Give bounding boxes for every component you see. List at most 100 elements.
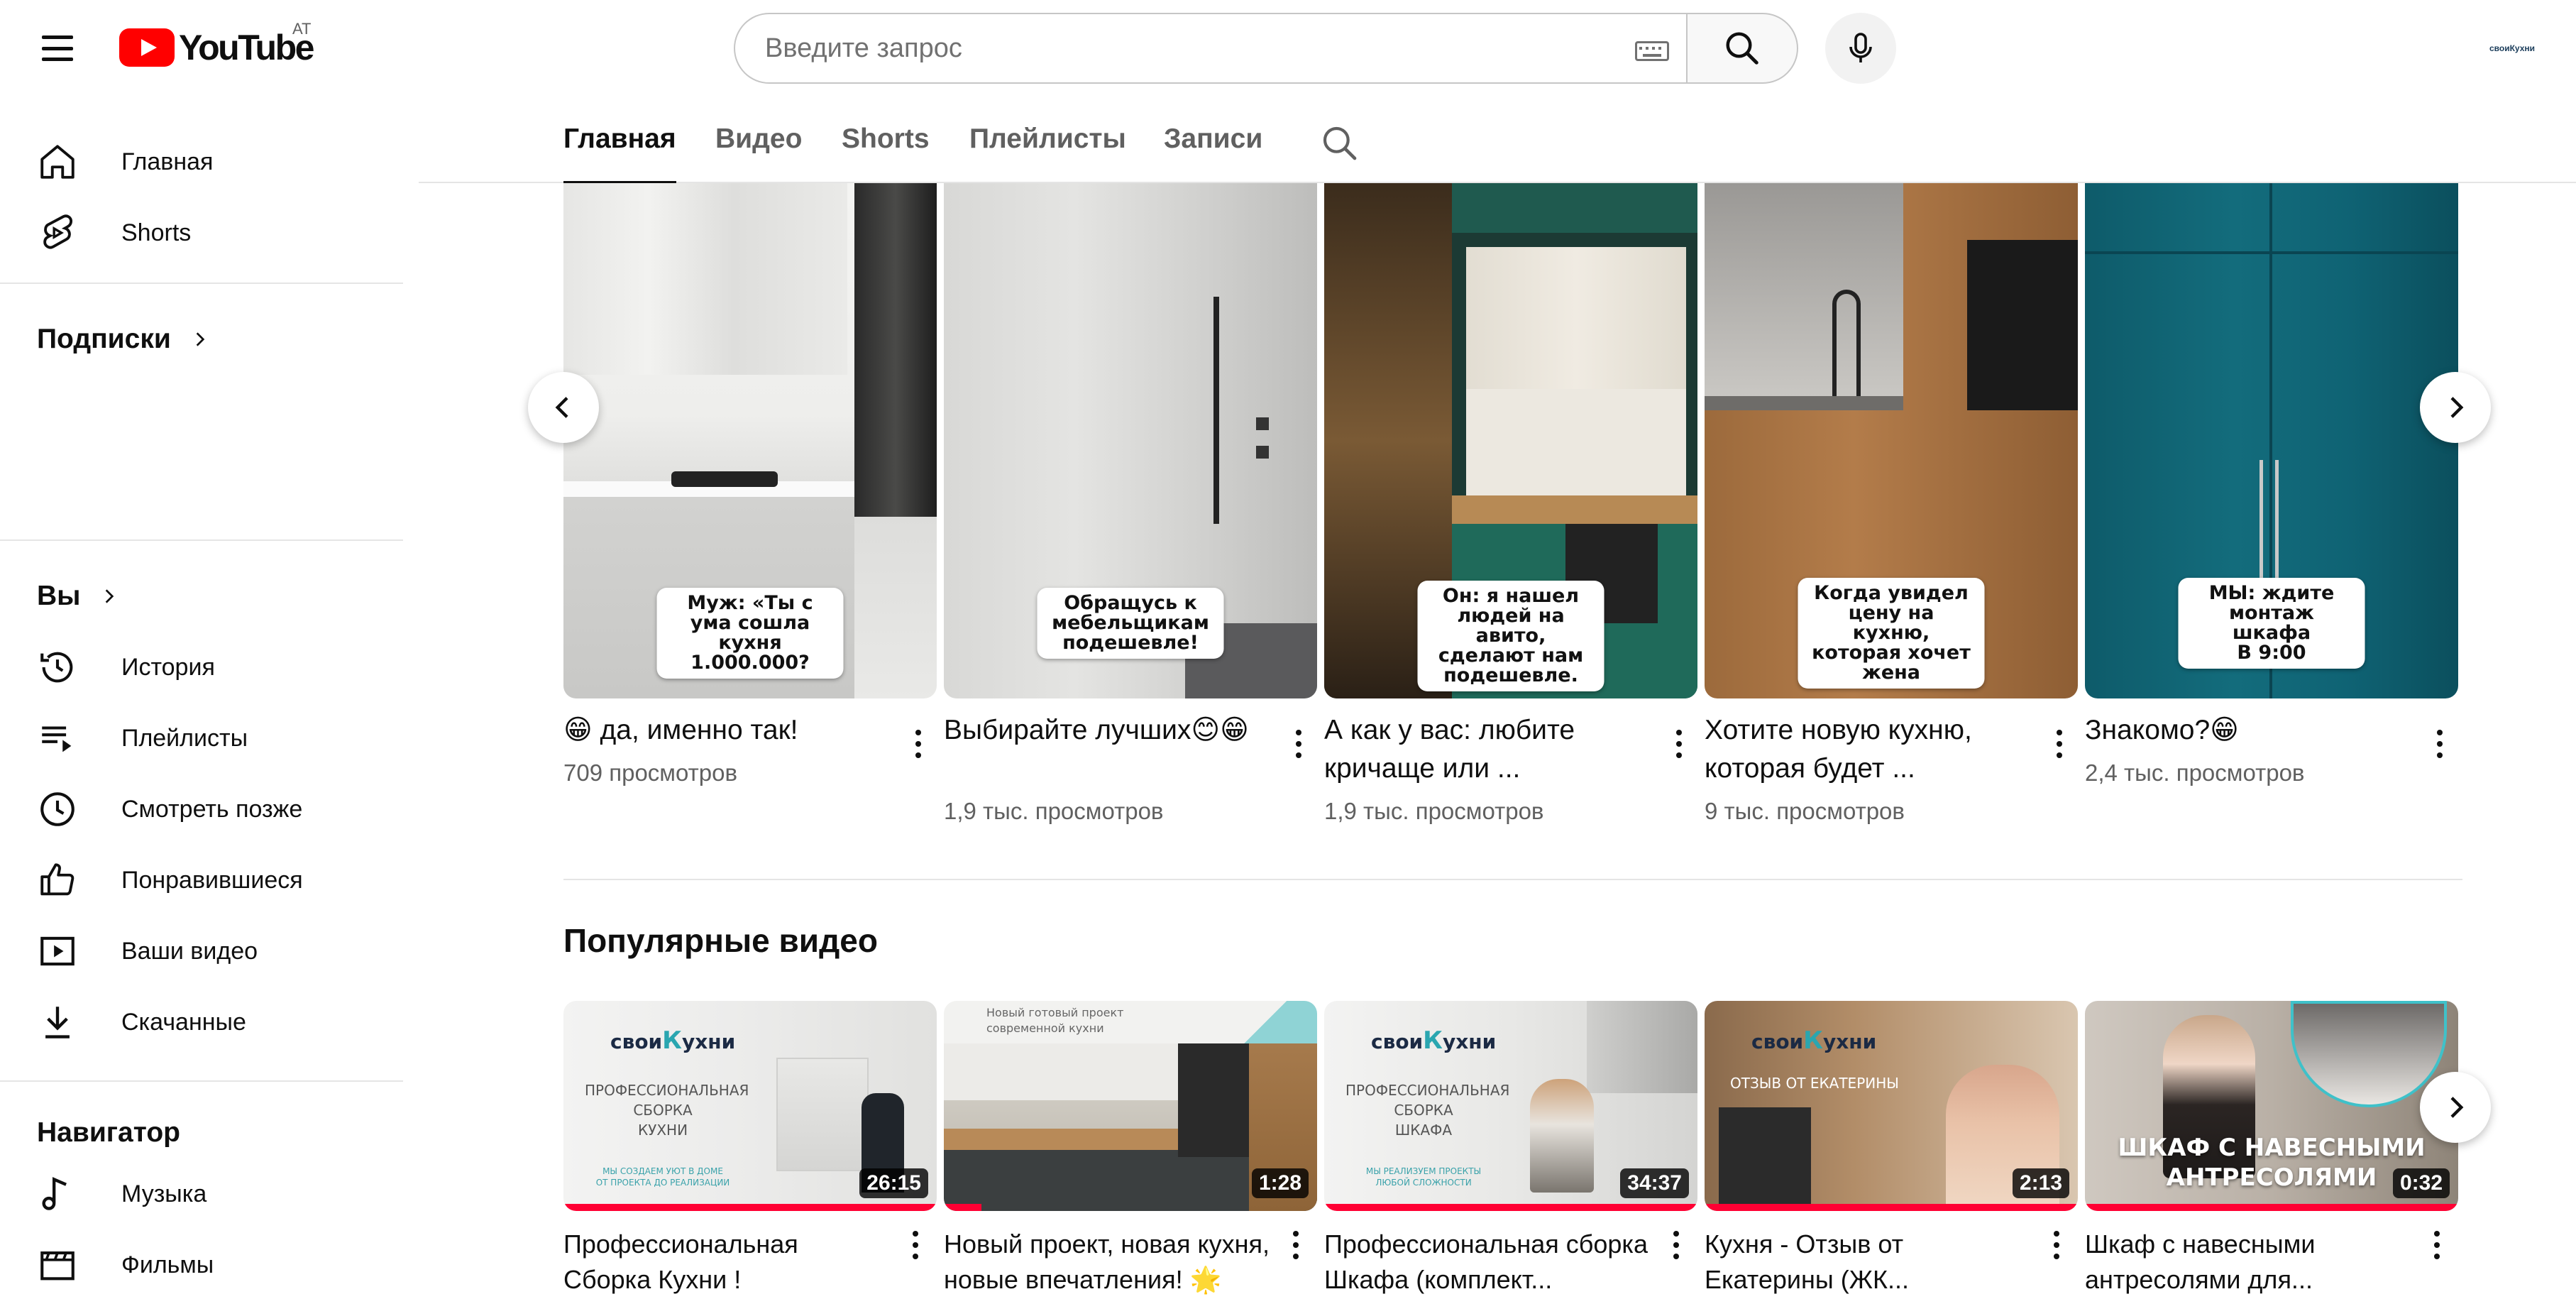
keyboard-icon[interactable]: [1635, 41, 1669, 61]
more-options-icon[interactable]: [2423, 1224, 2451, 1266]
sidebar-item-playlists[interactable]: Плейлисты: [18, 704, 387, 772]
sidebar-item-label: Смотреть позже: [121, 795, 303, 823]
video-duration: 1:28: [1251, 1168, 1309, 1198]
short-caption: Он: я нашел людей на авито, сделают нам …: [1417, 581, 1605, 691]
tab-videos[interactable]: Видео: [715, 124, 802, 183]
search-box[interactable]: [734, 13, 1686, 84]
menu-icon[interactable]: [32, 26, 83, 71]
video-thumbnail[interactable]: ШКАФ С НАВЕСНЫМИ АНТРЕСОЛЯМИ 0:32: [2085, 1001, 2458, 1211]
video-title[interactable]: Новый проект, новая кухня, новые впечатл…: [944, 1227, 1270, 1298]
more-options-icon[interactable]: [1665, 723, 1693, 765]
short-title[interactable]: Знакомо?😁: [2085, 711, 2397, 750]
video-title[interactable]: Шкаф с навесными антресолями для...: [2085, 1227, 2411, 1298]
sidebar-item-label: Shorts: [121, 219, 192, 246]
navigator-title: Навигатор: [37, 1117, 180, 1148]
playlist-icon: [42, 726, 72, 752]
short-title[interactable]: А как у вас: любите кричаще или ...: [1324, 711, 1636, 788]
top-bar: YouTube AT своиКухни: [0, 0, 2576, 95]
shelf-next-button[interactable]: [2420, 372, 2491, 443]
avatar[interactable]: своиКухни: [2484, 28, 2541, 68]
sidebar: Главная Shorts Подписки Вы История Плейл…: [0, 95, 403, 1299]
thumb-text: ОТЗЫВ ОТ ЕКАТЕРИНЫ: [1730, 1075, 1899, 1092]
short-title[interactable]: Выбирайте лучших😊😁: [944, 711, 1256, 750]
short-thumbnail[interactable]: Муж: «Ты с ума сошла кухня 1.000.000?: [563, 183, 937, 698]
video-duration: 26:15: [859, 1168, 928, 1198]
youtube-logo[interactable]: YouTube: [119, 27, 314, 68]
short-title[interactable]: Хотите новую кухню, которая будет ...: [1705, 711, 2017, 788]
more-options-icon[interactable]: [1282, 1224, 1310, 1266]
search-icon: [1323, 126, 1357, 160]
home-icon: [40, 145, 75, 179]
video-title[interactable]: Профессиональная сборка Шкафа (комплект.…: [1324, 1227, 1651, 1298]
search-button[interactable]: [1686, 13, 1798, 84]
sidebar-item-label: Фильмы: [121, 1251, 214, 1278]
more-options-icon[interactable]: [1284, 723, 1313, 765]
tab-shorts[interactable]: Shorts: [842, 124, 930, 183]
short-caption: Когда увидел цену на кухню, которая хоче…: [1798, 578, 1985, 689]
video-thumbnail[interactable]: своиКухни ПРОФЕССИОНАЛЬНАЯ СБОРКА КУХНИ …: [563, 1001, 937, 1211]
thumb-small-text: МЫ СОЗДАЕМ УЮТ В ДОМЕ ОТ ПРОЕКТА ДО РЕАЛ…: [595, 1166, 730, 1188]
short-caption: Обращусь к мебельщикам подешевле!: [1037, 588, 1224, 659]
more-options-icon[interactable]: [904, 723, 932, 765]
more-options-icon[interactable]: [2426, 723, 2454, 765]
short-thumbnail[interactable]: МЫ: ждите монтаж шкафа В 9:00: [2085, 183, 2458, 698]
sidebar-item-shorts[interactable]: Shorts: [18, 199, 387, 267]
short-views: 9 тыс. просмотров: [1705, 798, 1905, 824]
more-options-icon[interactable]: [2045, 723, 2074, 765]
short-caption: МЫ: ждите монтаж шкафа В 9:00: [2178, 578, 2365, 669]
sidebar-item-liked[interactable]: Понравившиеся: [18, 846, 387, 914]
more-options-icon[interactable]: [901, 1224, 930, 1266]
video-thumbnail[interactable]: своиКухни ПРОФЕССИОНАЛЬНАЯ СБОРКА ШКАФА …: [1324, 1001, 1697, 1211]
search-icon: [1726, 32, 1758, 65]
video-thumbnail[interactable]: Новый готовый проект современной кухни 1…: [944, 1001, 1317, 1211]
sidebar-item-label: История: [121, 653, 215, 681]
popular-next-button[interactable]: [2420, 1072, 2491, 1143]
sidebar-item-movies[interactable]: Фильмы: [18, 1231, 387, 1299]
channel-search-button[interactable]: [1317, 121, 1363, 166]
sidebar-item-downloads[interactable]: Скачанные: [18, 988, 387, 1056]
microphone-icon: [1849, 33, 1872, 62]
short-thumbnail[interactable]: Он: я нашел людей на авито, сделают нам …: [1324, 183, 1697, 698]
sidebar-you-header[interactable]: Вы: [37, 581, 119, 612]
more-options-icon[interactable]: [1662, 1224, 1690, 1266]
voice-search-button[interactable]: [1825, 13, 1896, 84]
sidebar-item-watch-later[interactable]: Смотреть позже: [18, 775, 387, 843]
sidebar-item-your-videos[interactable]: Ваши видео: [18, 917, 387, 985]
channel-tabs: Главная Видео Shorts Плейлисты Записи: [419, 95, 2576, 185]
short-views: 709 просмотров: [563, 760, 737, 786]
thumb-brand: своиКухни: [1751, 1026, 1877, 1055]
popular-videos-title[interactable]: Популярные видео: [563, 921, 878, 960]
sidebar-item-music[interactable]: Музыка: [18, 1160, 387, 1228]
tab-playlists[interactable]: Плейлисты: [969, 124, 1126, 183]
video-title[interactable]: Профессиональная Сборка Кухни !: [563, 1227, 890, 1298]
chevron-right-icon: [196, 332, 205, 346]
sidebar-item-history[interactable]: История: [18, 633, 387, 701]
sidebar-item-label: Главная: [121, 148, 214, 175]
video-thumbnail[interactable]: своиКухни ОТЗЫВ ОТ ЕКАТЕРИНЫ 2:13: [1705, 1001, 2078, 1211]
thumb-small-text: МЫ РЕАЛИЗУЕМ ПРОЕКТЫ ЛЮБОЙ СЛОЖНОСТИ: [1365, 1166, 1482, 1188]
video-duration: 34:37: [1620, 1168, 1689, 1198]
tab-home[interactable]: Главная: [563, 124, 676, 185]
watch-progress-bar: [563, 1204, 937, 1211]
search-input[interactable]: [765, 33, 1602, 64]
film-icon: [40, 1251, 75, 1281]
short-thumbnail[interactable]: Обращусь к мебельщикам подешевле!: [944, 183, 1317, 698]
short-title[interactable]: 😁 да, именно так!: [563, 711, 876, 750]
sidebar-item-label: Ваши видео: [121, 937, 258, 965]
video-title[interactable]: Кухня - Отзыв от Екатерины (ЖК...: [1705, 1227, 2031, 1298]
sidebar-subscriptions-header[interactable]: Подписки: [37, 324, 209, 355]
sidebar-item-label: Музыка: [121, 1180, 207, 1207]
shelf-previous-button[interactable]: [528, 372, 599, 443]
search-bar: [734, 13, 1798, 84]
sidebar-item-home[interactable]: Главная: [18, 128, 387, 196]
tab-posts[interactable]: Записи: [1164, 124, 1262, 183]
sidebar-item-label: Плейлисты: [121, 724, 248, 752]
clock-icon: [40, 792, 75, 826]
short-thumbnail[interactable]: Когда увидел цену на кухню, которая хоче…: [1705, 183, 2078, 698]
sidebar-navigator-header: Навигатор: [37, 1117, 180, 1149]
video-duration: 2:13: [2012, 1168, 2069, 1198]
thumb-brand: своиКухни: [610, 1026, 736, 1055]
more-options-icon[interactable]: [2042, 1224, 2071, 1266]
sidebar-divider: [0, 283, 403, 284]
youtube-play-icon: [119, 28, 175, 67]
